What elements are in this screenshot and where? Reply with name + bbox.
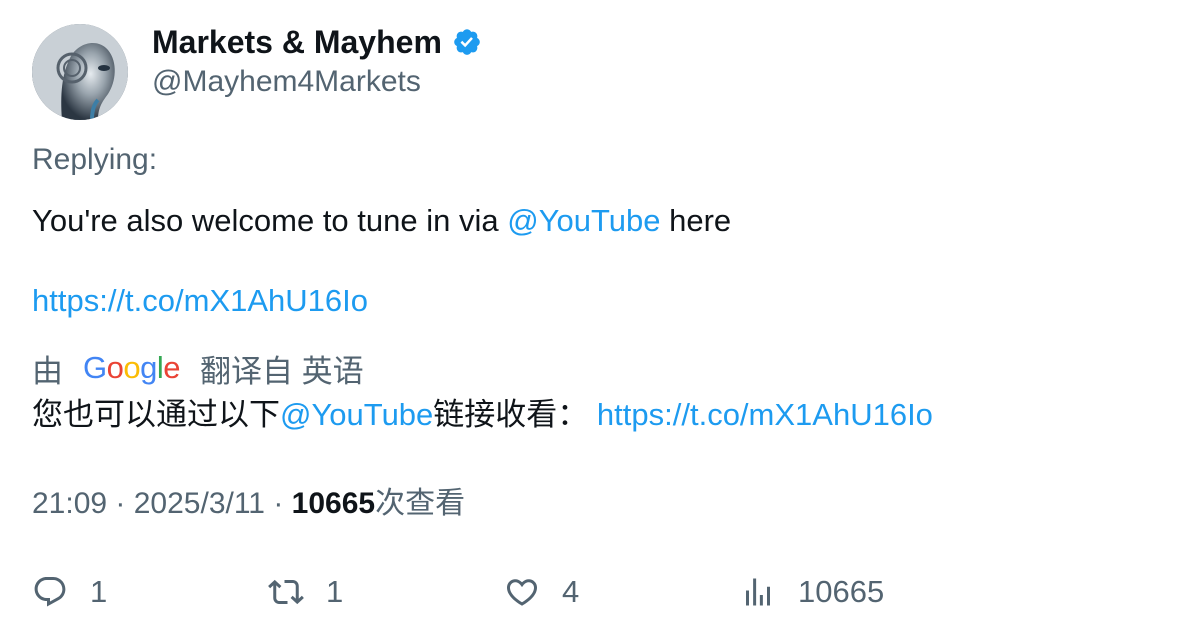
author-name-text[interactable]: Markets & Mayhem bbox=[152, 22, 442, 62]
retweet-icon bbox=[268, 579, 304, 605]
tweet-text: You're also welcome to tune in via @YouT… bbox=[32, 201, 731, 241]
verified-badge-icon bbox=[454, 29, 480, 55]
avatar[interactable] bbox=[32, 24, 128, 120]
replying-label: Replying: bbox=[32, 143, 158, 176]
reply-icon bbox=[34, 577, 66, 607]
translated-text-before: 您也可以通过以下 bbox=[32, 397, 280, 432]
like-count: 4 bbox=[562, 574, 580, 609]
view-count: 10665 bbox=[291, 487, 376, 520]
tweet-text-before: You're also welcome to tune in via bbox=[32, 203, 508, 238]
action-bar: 1 1 4 10665 bbox=[32, 568, 1162, 616]
tweet-meta: 21:09 · 2025/3/11 · 10665次查看 bbox=[32, 484, 465, 524]
views-button[interactable]: 10665 bbox=[740, 568, 884, 616]
translation-suffix: 翻译自 英语 bbox=[200, 353, 364, 389]
tweet-text-after: here bbox=[660, 203, 732, 238]
retweet-button[interactable]: 1 bbox=[268, 568, 343, 616]
google-logo: Google bbox=[83, 350, 181, 385]
translation-attribution: 由 Google 翻译自 英语 bbox=[32, 347, 364, 389]
reply-button[interactable]: 1 bbox=[32, 568, 107, 616]
translated-url-link[interactable]: https://t.co/mX1AhU16Io bbox=[597, 397, 933, 432]
tweet-url-link[interactable]: https://t.co/mX1AhU16Io bbox=[32, 281, 368, 321]
translation-prefix: 由 bbox=[32, 353, 63, 389]
analytics-bar-icon bbox=[746, 578, 770, 606]
robot-avatar-image bbox=[32, 24, 128, 120]
meta-separator: · bbox=[265, 487, 292, 520]
view-count-label: 次查看 bbox=[375, 487, 466, 520]
reply-count: 1 bbox=[90, 574, 108, 609]
translated-tweet-text: 您也可以通过以下@YouTube链接收看： https://t.co/mX1Ah… bbox=[32, 395, 933, 435]
retweet-count: 1 bbox=[326, 574, 344, 609]
meta-separator: · bbox=[107, 487, 134, 520]
youtube-mention-link[interactable]: @YouTube bbox=[507, 203, 660, 238]
author-name[interactable]: Markets & Mayhem bbox=[152, 22, 482, 62]
heart-icon bbox=[506, 579, 538, 606]
tweet-time[interactable]: 21:09 bbox=[32, 487, 107, 520]
tweet-date[interactable]: 2025/3/11 bbox=[134, 487, 265, 520]
like-button[interactable]: 4 bbox=[504, 568, 579, 616]
views-count: 10665 bbox=[798, 574, 885, 609]
author-handle[interactable]: @Mayhem4Markets bbox=[152, 62, 421, 102]
translated-youtube-mention-link[interactable]: @YouTube bbox=[280, 397, 433, 432]
translated-text-after: 链接收看： bbox=[433, 397, 597, 432]
